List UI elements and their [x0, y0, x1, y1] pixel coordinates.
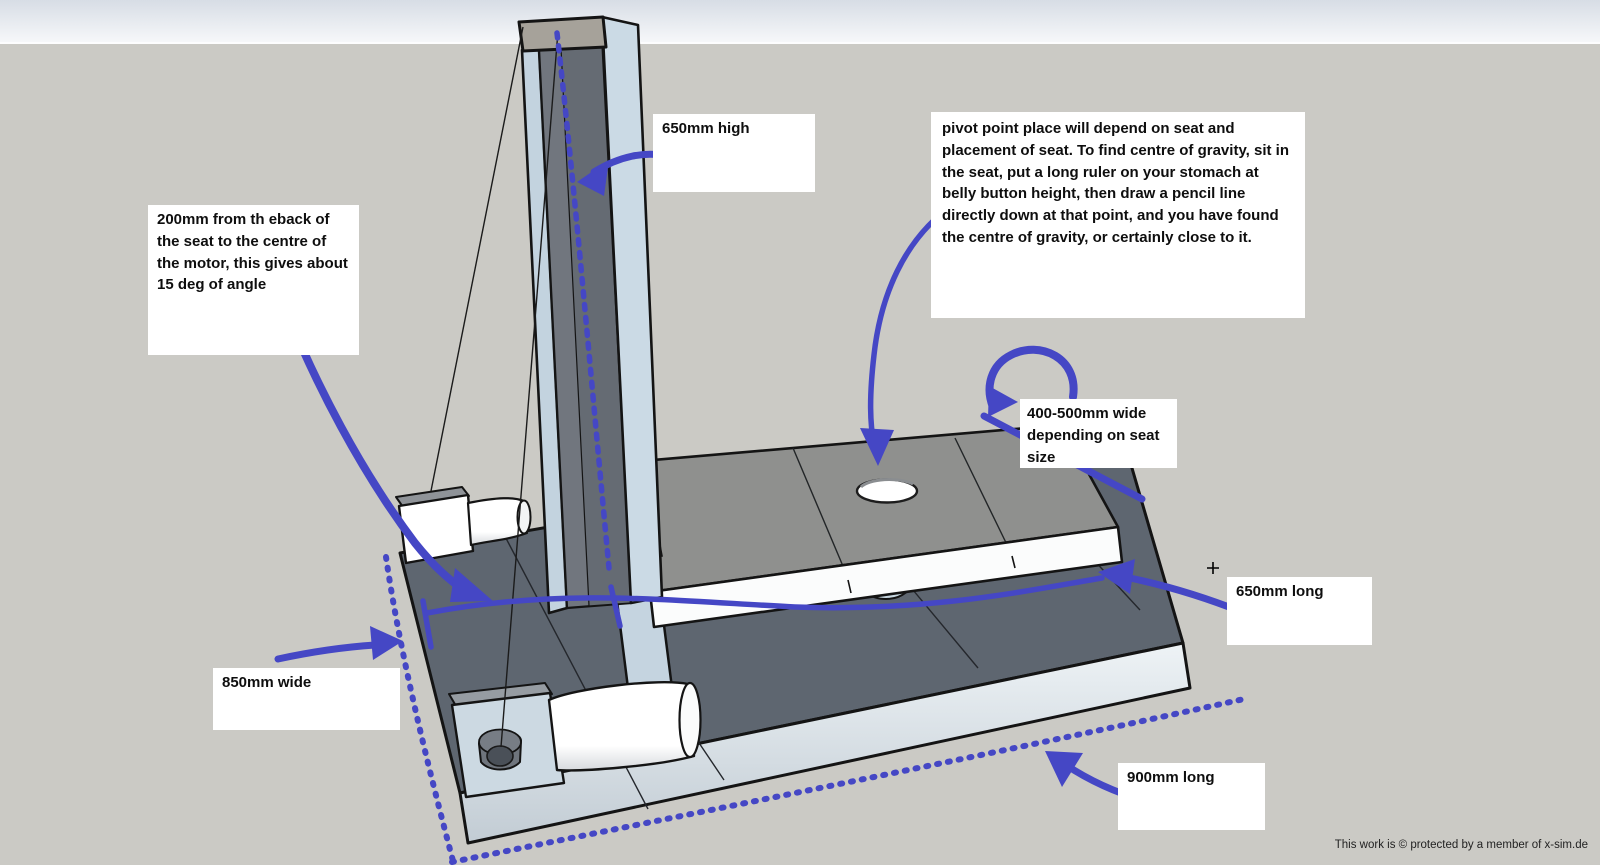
background-sky	[0, 0, 1600, 45]
note-pivot-point: pivot point place will depend on seat an…	[931, 112, 1305, 318]
note-motor-offset-200mm: 200mm from th eback of the seat to the c…	[148, 205, 359, 355]
note-base-width-850mm: 850mm wide	[213, 668, 400, 730]
note-height-650mm: 650mm high	[653, 114, 815, 192]
copyright-text: This work is © protected by a member of …	[1335, 839, 1588, 851]
shaft-collar	[479, 730, 521, 770]
note-seat-width-400-500mm: 400-500mm wide depending on seat size	[1020, 399, 1177, 468]
note-seat-length-650mm: 650mm long	[1227, 577, 1372, 645]
diagram-canvas: 650mm high 200mm from th eback of the se…	[0, 0, 1600, 865]
note-base-length-900mm: 900mm long	[1118, 763, 1265, 830]
